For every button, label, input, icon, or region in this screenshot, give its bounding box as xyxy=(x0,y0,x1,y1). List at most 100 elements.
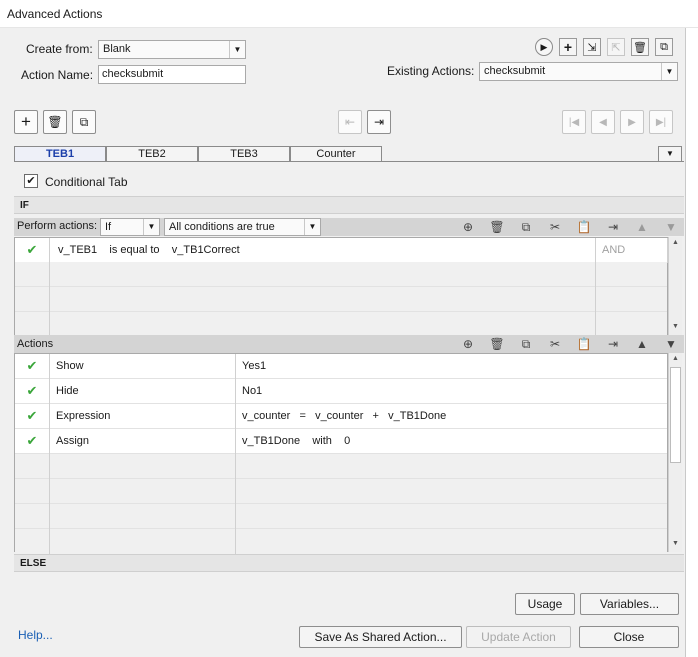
insert-action-row-icon[interactable]: ⇥ xyxy=(605,336,621,352)
delete-action-icon[interactable]: 🗑 xyxy=(631,38,649,56)
perform-type-select[interactable]: If ▼ xyxy=(100,218,160,236)
scroll-down-icon[interactable]: ▼ xyxy=(669,321,682,333)
help-link[interactable]: Help... xyxy=(18,628,53,642)
condition-operator: is equal to xyxy=(109,244,160,256)
first-decision-button[interactable]: |◀ xyxy=(562,110,586,134)
conditions-scrollbar[interactable]: ▲ ▼ xyxy=(668,237,682,335)
action-detail[interactable]: No1 xyxy=(236,379,668,404)
condition-logic[interactable]: AND xyxy=(596,238,668,263)
copy-condition-icon[interactable]: ⧉ xyxy=(518,219,534,235)
actions-scrollbar[interactable]: ▲ ▼ xyxy=(668,353,682,552)
action-detail[interactable]: v_TB1Done with 0 xyxy=(236,429,668,454)
copy-action-row-icon[interactable]: ⧉ xyxy=(518,336,534,352)
scroll-up-icon[interactable]: ▲ xyxy=(669,353,682,365)
move-down-icon[interactable]: ▼ xyxy=(663,219,679,235)
action-name-label: Action Name: xyxy=(21,68,94,82)
condition-value: v_TB1Correct xyxy=(171,244,240,256)
scrollbar-thumb[interactable] xyxy=(670,367,681,463)
condition-expression[interactable]: v_TEB1 is equal to v_TB1Correct xyxy=(50,238,596,263)
conditions-mode-select[interactable]: All conditions are true ▼ xyxy=(164,218,321,236)
duplicate-action-icon[interactable]: ⧉ xyxy=(655,38,673,56)
table-row[interactable] xyxy=(15,312,667,337)
chevron-down-icon: ▼ xyxy=(143,219,159,235)
table-row[interactable]: ✔ Expression v_counter = v_counter + v_T… xyxy=(15,404,667,429)
table-row[interactable] xyxy=(15,504,667,529)
table-row[interactable] xyxy=(15,529,667,554)
close-button[interactable]: Close xyxy=(579,626,679,648)
condition-check-icon[interactable]: ✔ xyxy=(15,238,50,263)
window-title: Advanced Actions xyxy=(7,7,103,21)
existing-actions-value: checksubmit xyxy=(484,65,546,77)
chevron-down-icon: ▼ xyxy=(229,41,245,58)
action-check-icon[interactable]: ✔ xyxy=(15,404,50,429)
paste-condition-icon[interactable]: 📋 xyxy=(576,219,592,235)
scroll-down-icon[interactable]: ▼ xyxy=(669,538,682,550)
create-from-select[interactable]: Blank ▼ xyxy=(98,40,246,59)
conditional-tab-label: Conditional Tab xyxy=(45,175,128,189)
add-action-icon[interactable]: + xyxy=(559,38,577,56)
add-action-row-icon[interactable]: ⊕ xyxy=(460,336,476,352)
existing-actions-label: Existing Actions: xyxy=(387,64,475,78)
action-detail[interactable]: v_counter = v_counter + v_TB1Done xyxy=(236,404,668,429)
table-row[interactable]: ✔ Assign v_TB1Done with 0 xyxy=(15,429,667,454)
if-section-header: IF xyxy=(14,196,684,214)
title-bar: Advanced Actions xyxy=(0,0,698,28)
save-as-shared-action-button[interactable]: Save As Shared Action... xyxy=(299,626,462,648)
tabs-divider xyxy=(14,161,684,162)
update-action-button[interactable]: Update Action xyxy=(466,626,571,648)
tab-teb2[interactable]: TEB2 xyxy=(106,146,198,162)
action-command[interactable]: Assign xyxy=(50,429,236,454)
delete-condition-icon[interactable]: 🗑 xyxy=(489,219,505,235)
move-up-icon[interactable]: ▲ xyxy=(634,336,650,352)
chevron-down-icon: ▼ xyxy=(661,63,677,80)
next-decision-button[interactable]: ▶ xyxy=(620,110,644,134)
table-row[interactable] xyxy=(15,262,667,287)
action-detail[interactable]: Yes1 xyxy=(236,354,668,379)
add-decision-button[interactable]: + xyxy=(14,110,38,134)
table-row[interactable]: ✔ Hide No1 xyxy=(15,379,667,404)
action-check-icon[interactable]: ✔ xyxy=(15,379,50,404)
table-row[interactable]: ✔ Show Yes1 xyxy=(15,354,667,379)
actions-grid: ✔ Show Yes1 ✔ Hide No1 ✔ Expression v_co… xyxy=(14,353,668,554)
tabs-overflow-menu-icon[interactable]: ▼ xyxy=(658,146,682,162)
conditional-tab-checkbox[interactable]: ✔ xyxy=(24,174,38,188)
else-section-header[interactable]: ELSE xyxy=(14,554,684,572)
last-decision-button[interactable]: ▶| xyxy=(649,110,673,134)
chevron-down-icon: ▼ xyxy=(304,219,320,235)
move-decision-right-button[interactable]: ⇥ xyxy=(367,110,391,134)
cut-action-row-icon[interactable]: ✂ xyxy=(547,336,563,352)
duplicate-decision-button[interactable]: ⧉ xyxy=(72,110,96,134)
insert-condition-icon[interactable]: ⇥ xyxy=(605,219,621,235)
add-condition-icon[interactable]: ⊕ xyxy=(460,219,476,235)
paste-action-row-icon[interactable]: 📋 xyxy=(576,336,592,352)
tab-teb3[interactable]: TEB3 xyxy=(198,146,290,162)
action-command[interactable]: Show xyxy=(50,354,236,379)
cut-condition-icon[interactable]: ✂ xyxy=(547,219,563,235)
table-row[interactable] xyxy=(15,479,667,504)
move-up-icon[interactable]: ▲ xyxy=(634,219,650,235)
action-command[interactable]: Hide xyxy=(50,379,236,404)
tab-counter[interactable]: Counter xyxy=(290,146,382,162)
scroll-up-icon[interactable]: ▲ xyxy=(669,237,682,249)
usage-button[interactable]: Usage xyxy=(515,593,575,615)
existing-actions-select[interactable]: checksubmit ▼ xyxy=(479,62,678,81)
action-check-icon[interactable]: ✔ xyxy=(15,354,50,379)
preview-play-icon[interactable]: ▶ xyxy=(535,38,553,56)
table-row[interactable] xyxy=(15,454,667,479)
delete-decision-button[interactable]: 🗑 xyxy=(43,110,67,134)
action-name-input[interactable]: checksubmit xyxy=(98,65,246,84)
conditions-mode-value: All conditions are true xyxy=(169,221,275,233)
tab-teb1[interactable]: TEB1 xyxy=(14,146,106,162)
import-action-icon[interactable]: ⇲ xyxy=(583,38,601,56)
export-action-icon[interactable]: ⇱ xyxy=(607,38,625,56)
move-decision-left-button[interactable]: ⇤ xyxy=(338,110,362,134)
previous-decision-button[interactable]: ◀ xyxy=(591,110,615,134)
action-command[interactable]: Expression xyxy=(50,404,236,429)
move-down-icon[interactable]: ▼ xyxy=(663,336,679,352)
table-row[interactable]: ✔ v_TEB1 is equal to v_TB1Correct AND xyxy=(15,238,668,263)
delete-action-row-icon[interactable]: 🗑 xyxy=(489,336,505,352)
variables-button[interactable]: Variables... xyxy=(580,593,679,615)
create-from-label: Create from: xyxy=(26,42,93,56)
action-check-icon[interactable]: ✔ xyxy=(15,429,50,454)
table-row[interactable] xyxy=(15,287,667,312)
